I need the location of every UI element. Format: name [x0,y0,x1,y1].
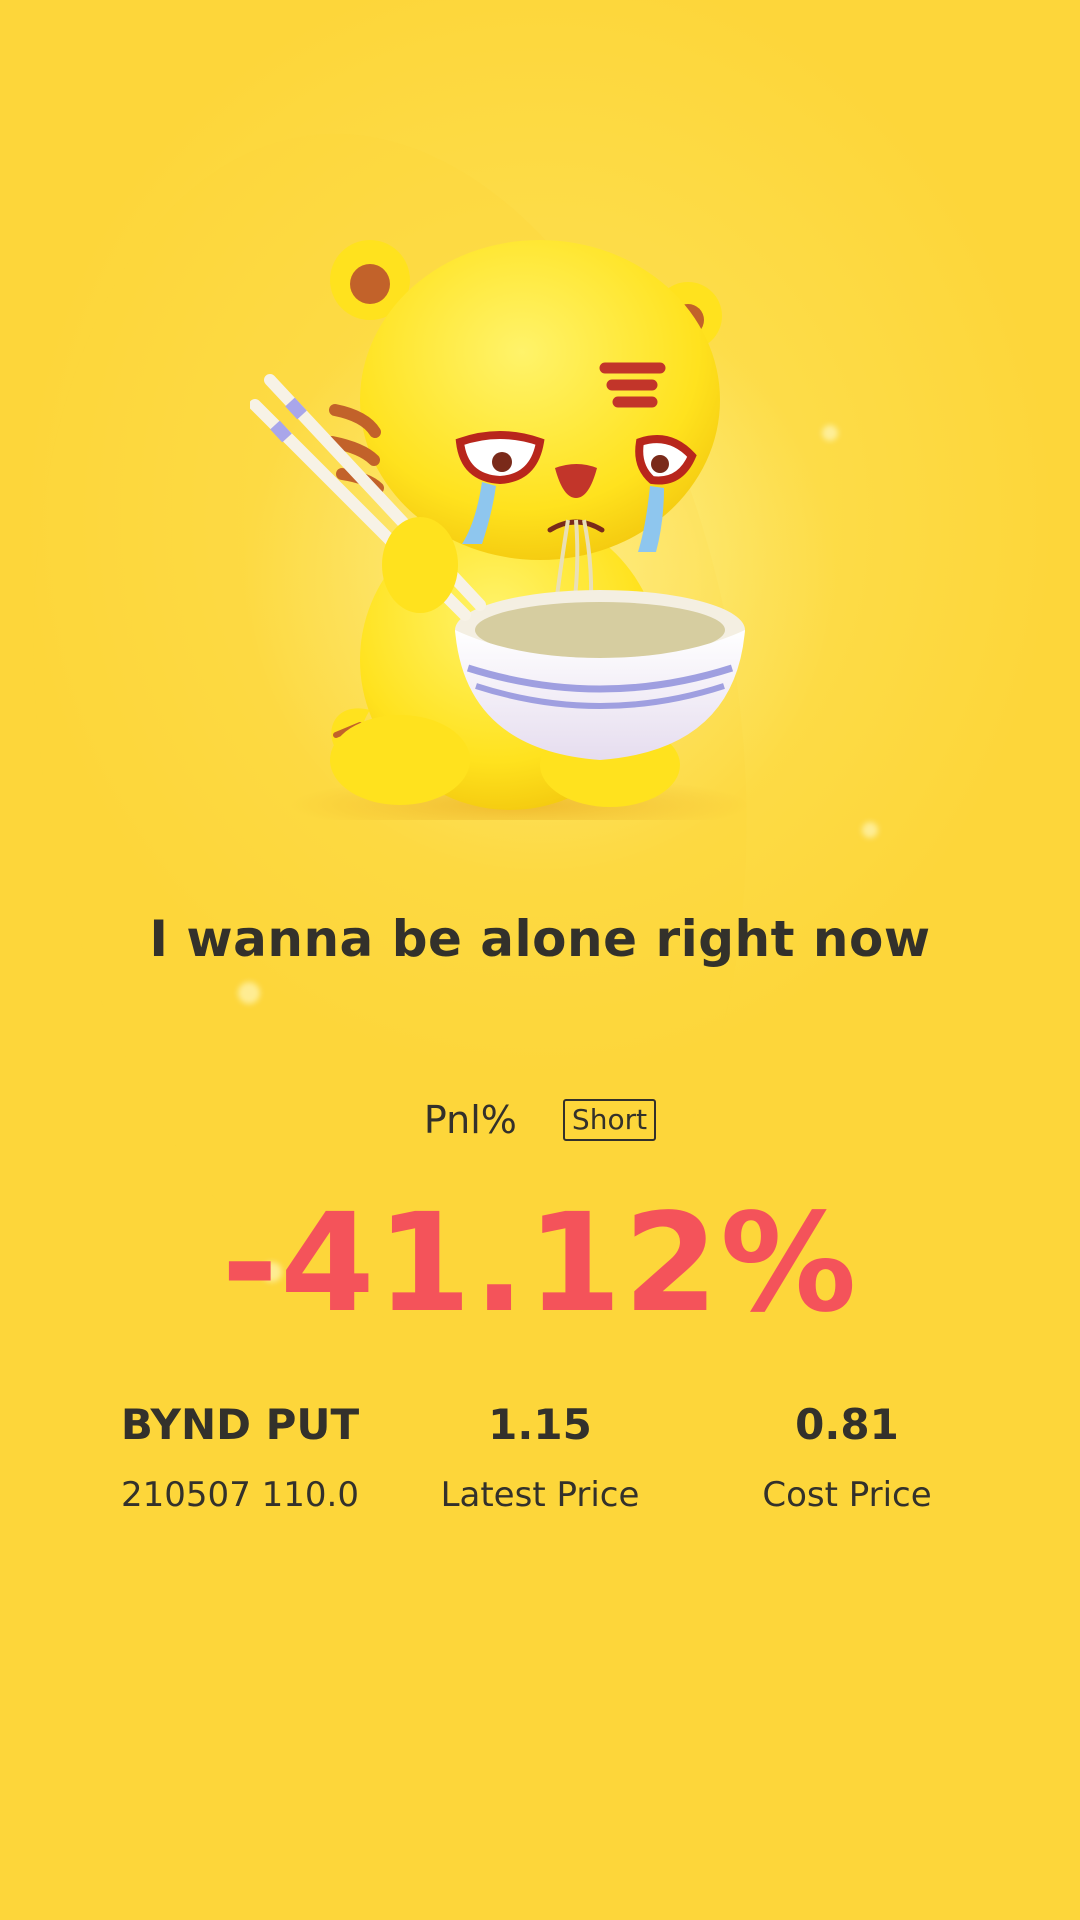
stat-cost-price: 0.81 Cost Price [697,1400,997,1515]
sparkle [862,822,878,838]
pnl-header: Pnl% Short [0,1098,1080,1142]
stat-latest-price: 1.15 Latest Price [390,1400,690,1515]
latest-price-label: Latest Price [440,1475,640,1515]
stat-symbol-name: BYND PUT [120,1400,360,1449]
crying-tiger-eating-noodles-icon [250,240,750,820]
sparkle [238,982,260,1004]
headline: I wanna be alone right now [149,910,931,968]
pnl-label: Pnl% [423,1098,517,1142]
stat-symbol-detail: 210507 110.0 [121,1475,359,1515]
cost-price-label: Cost Price [762,1475,932,1515]
latest-price-value: 1.15 [488,1400,592,1449]
pnl-value: -41.12% [221,1185,859,1343]
cost-price-value: 0.81 [795,1400,899,1449]
stat-symbol: BYND PUT 210507 110.0 [90,1400,390,1515]
short-badge: Short [562,1098,657,1142]
sparkle [822,425,838,441]
